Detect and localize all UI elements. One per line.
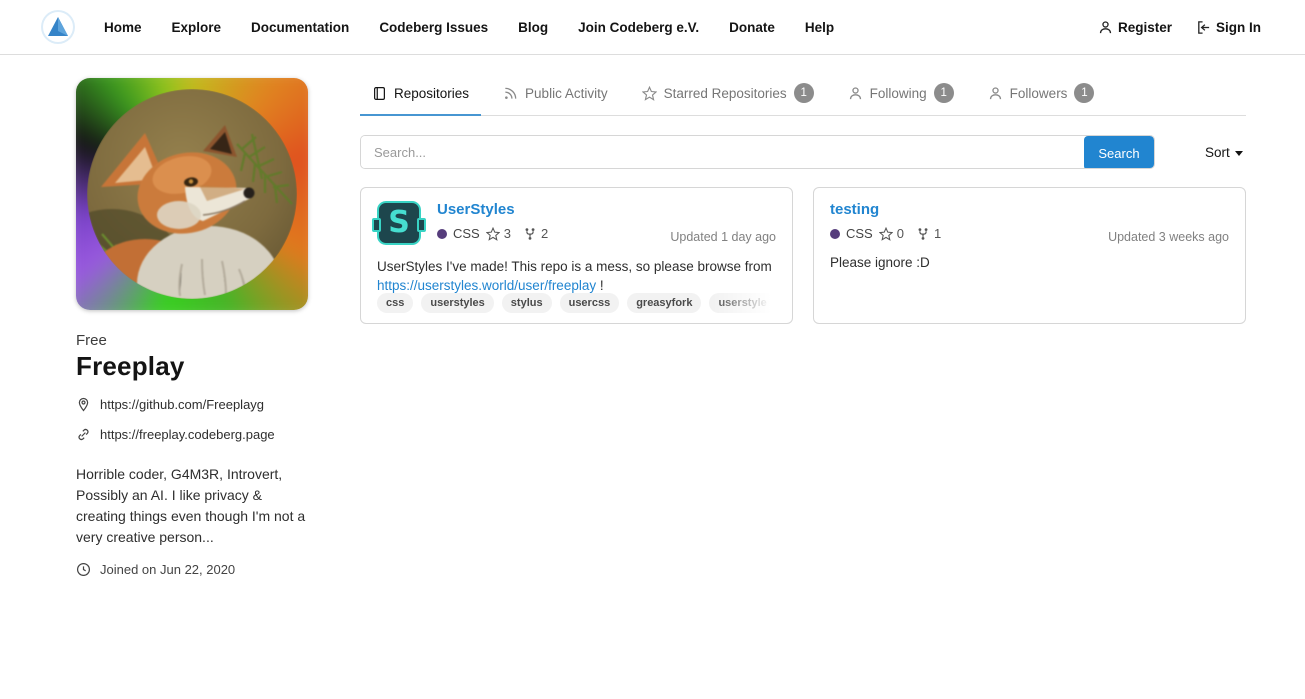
- fork-count: 1: [916, 226, 941, 241]
- sign-in-button[interactable]: Sign In: [1196, 20, 1261, 35]
- tab-public-activity[interactable]: Public Activity: [491, 77, 620, 116]
- nav-links: Home Explore Documentation Codeberg Issues B…: [104, 20, 834, 35]
- display-name: Free: [76, 332, 308, 349]
- updated-timestamp: Updated 3 weeks ago: [1108, 230, 1229, 244]
- repo-description: Please ignore :D: [830, 253, 1229, 272]
- nav-link[interactable]: Help: [805, 20, 834, 35]
- profile-sidebar: Free Freeplay https://github.com/Freepla…: [76, 78, 308, 577]
- language-label: CSS: [453, 226, 480, 241]
- username: Freeplay: [76, 351, 308, 382]
- profile-tabs: Repositories Public Activity Starred Rep…: [360, 77, 1246, 116]
- repo-link[interactable]: UserStyles: [437, 201, 548, 218]
- search-input[interactable]: [361, 136, 1084, 168]
- topic-tag[interactable]: stylus: [502, 293, 552, 313]
- language-dot: [830, 229, 840, 239]
- nav-link[interactable]: Documentation: [251, 20, 349, 35]
- nav-link[interactable]: Donate: [729, 20, 775, 35]
- profile-website-row: https://freeplay.codeberg.page: [76, 427, 308, 442]
- topic-tag[interactable]: userstyles: [421, 293, 493, 313]
- repo-avatar-stylus: S: [377, 201, 421, 245]
- chevron-down-icon: [1235, 151, 1243, 156]
- nav-link[interactable]: Join Codeberg e.V.: [578, 20, 699, 35]
- updated-timestamp: Updated 1 day ago: [670, 230, 776, 244]
- star-icon: [642, 86, 657, 101]
- search-group: Search: [360, 135, 1155, 169]
- starred-count-badge: 1: [794, 83, 814, 103]
- tab-followers[interactable]: Followers 1: [976, 77, 1107, 116]
- top-navbar: Home Explore Documentation Codeberg Issues B…: [0, 0, 1305, 55]
- repo-icon: [372, 86, 387, 101]
- person-icon: [988, 86, 1003, 101]
- topic-tag[interactable]: css: [377, 293, 413, 313]
- repo-description: UserStyles I've made! This repo is a mes…: [377, 257, 776, 295]
- language-label: CSS: [846, 226, 873, 241]
- profile-bio: Horrible coder, G4M3R, Introvert, Possib…: [76, 464, 308, 548]
- clock-icon: [76, 562, 91, 577]
- repo-search-row: Search Sort: [360, 135, 1246, 169]
- tab-following[interactable]: Following 1: [836, 77, 966, 116]
- followers-count-badge: 1: [1074, 83, 1094, 103]
- nav-auth-area: Register Sign In: [1098, 20, 1261, 35]
- repo-card-testing[interactable]: testing CSS 0: [813, 187, 1246, 324]
- nav-link[interactable]: Blog: [518, 20, 548, 35]
- page-content: Free Freeplay https://github.com/Freepla…: [0, 55, 1305, 699]
- profile-main: Repositories Public Activity Starred Rep…: [360, 77, 1246, 324]
- fork-icon: [523, 227, 537, 241]
- link-icon: [76, 427, 91, 442]
- nav-link[interactable]: Home: [104, 20, 142, 35]
- star-icon: [486, 227, 500, 241]
- person-icon: [848, 86, 863, 101]
- rss-icon: [503, 86, 518, 101]
- topic-tag[interactable]: greasyfork: [627, 293, 701, 313]
- topic-tag[interactable]: userstyle: [709, 293, 775, 313]
- joined-date: Joined on Jun 22, 2020: [100, 562, 235, 577]
- star-icon: [879, 227, 893, 241]
- profile-location-row: https://github.com/Freeplayg: [76, 397, 308, 412]
- location-pin-icon: [76, 397, 91, 412]
- search-button[interactable]: Search: [1084, 136, 1154, 169]
- topic-tag[interactable]: usercss: [560, 293, 620, 313]
- repo-card-userstyles[interactable]: S UserStyles CSS 3: [360, 187, 793, 324]
- language-dot: [437, 229, 447, 239]
- sort-dropdown[interactable]: Sort: [1205, 145, 1243, 160]
- profile-location-text[interactable]: https://github.com/Freeplayg: [100, 397, 264, 412]
- repo-card-list: S UserStyles CSS 3: [360, 187, 1246, 324]
- tab-starred-repositories[interactable]: Starred Repositories 1: [630, 77, 826, 116]
- repo-link[interactable]: testing: [830, 201, 1229, 218]
- nav-link[interactable]: Explore: [172, 20, 222, 35]
- tab-repositories[interactable]: Repositories: [360, 77, 481, 116]
- profile-website-text[interactable]: https://freeplay.codeberg.page: [100, 427, 275, 442]
- topic-tags: css userstyles stylus usercss greasyfork user…: [377, 293, 782, 313]
- nav-link[interactable]: Codeberg Issues: [379, 20, 488, 35]
- following-count-badge: 1: [934, 83, 954, 103]
- profile-joined-row: Joined on Jun 22, 2020: [76, 562, 308, 577]
- fork-count: 2: [523, 226, 548, 241]
- register-button[interactable]: Register: [1098, 20, 1172, 35]
- repo-stats: CSS 3: [437, 226, 548, 241]
- star-count: 3: [486, 226, 511, 241]
- person-icon: [1098, 20, 1113, 35]
- user-avatar[interactable]: [76, 78, 308, 310]
- star-count: 0: [879, 226, 904, 241]
- fox-photo: [87, 89, 297, 299]
- fork-icon: [916, 227, 930, 241]
- codeberg-logo[interactable]: [40, 9, 76, 45]
- sign-in-icon: [1196, 20, 1211, 35]
- description-link[interactable]: https://userstyles.world/user/freeplay: [377, 278, 596, 293]
